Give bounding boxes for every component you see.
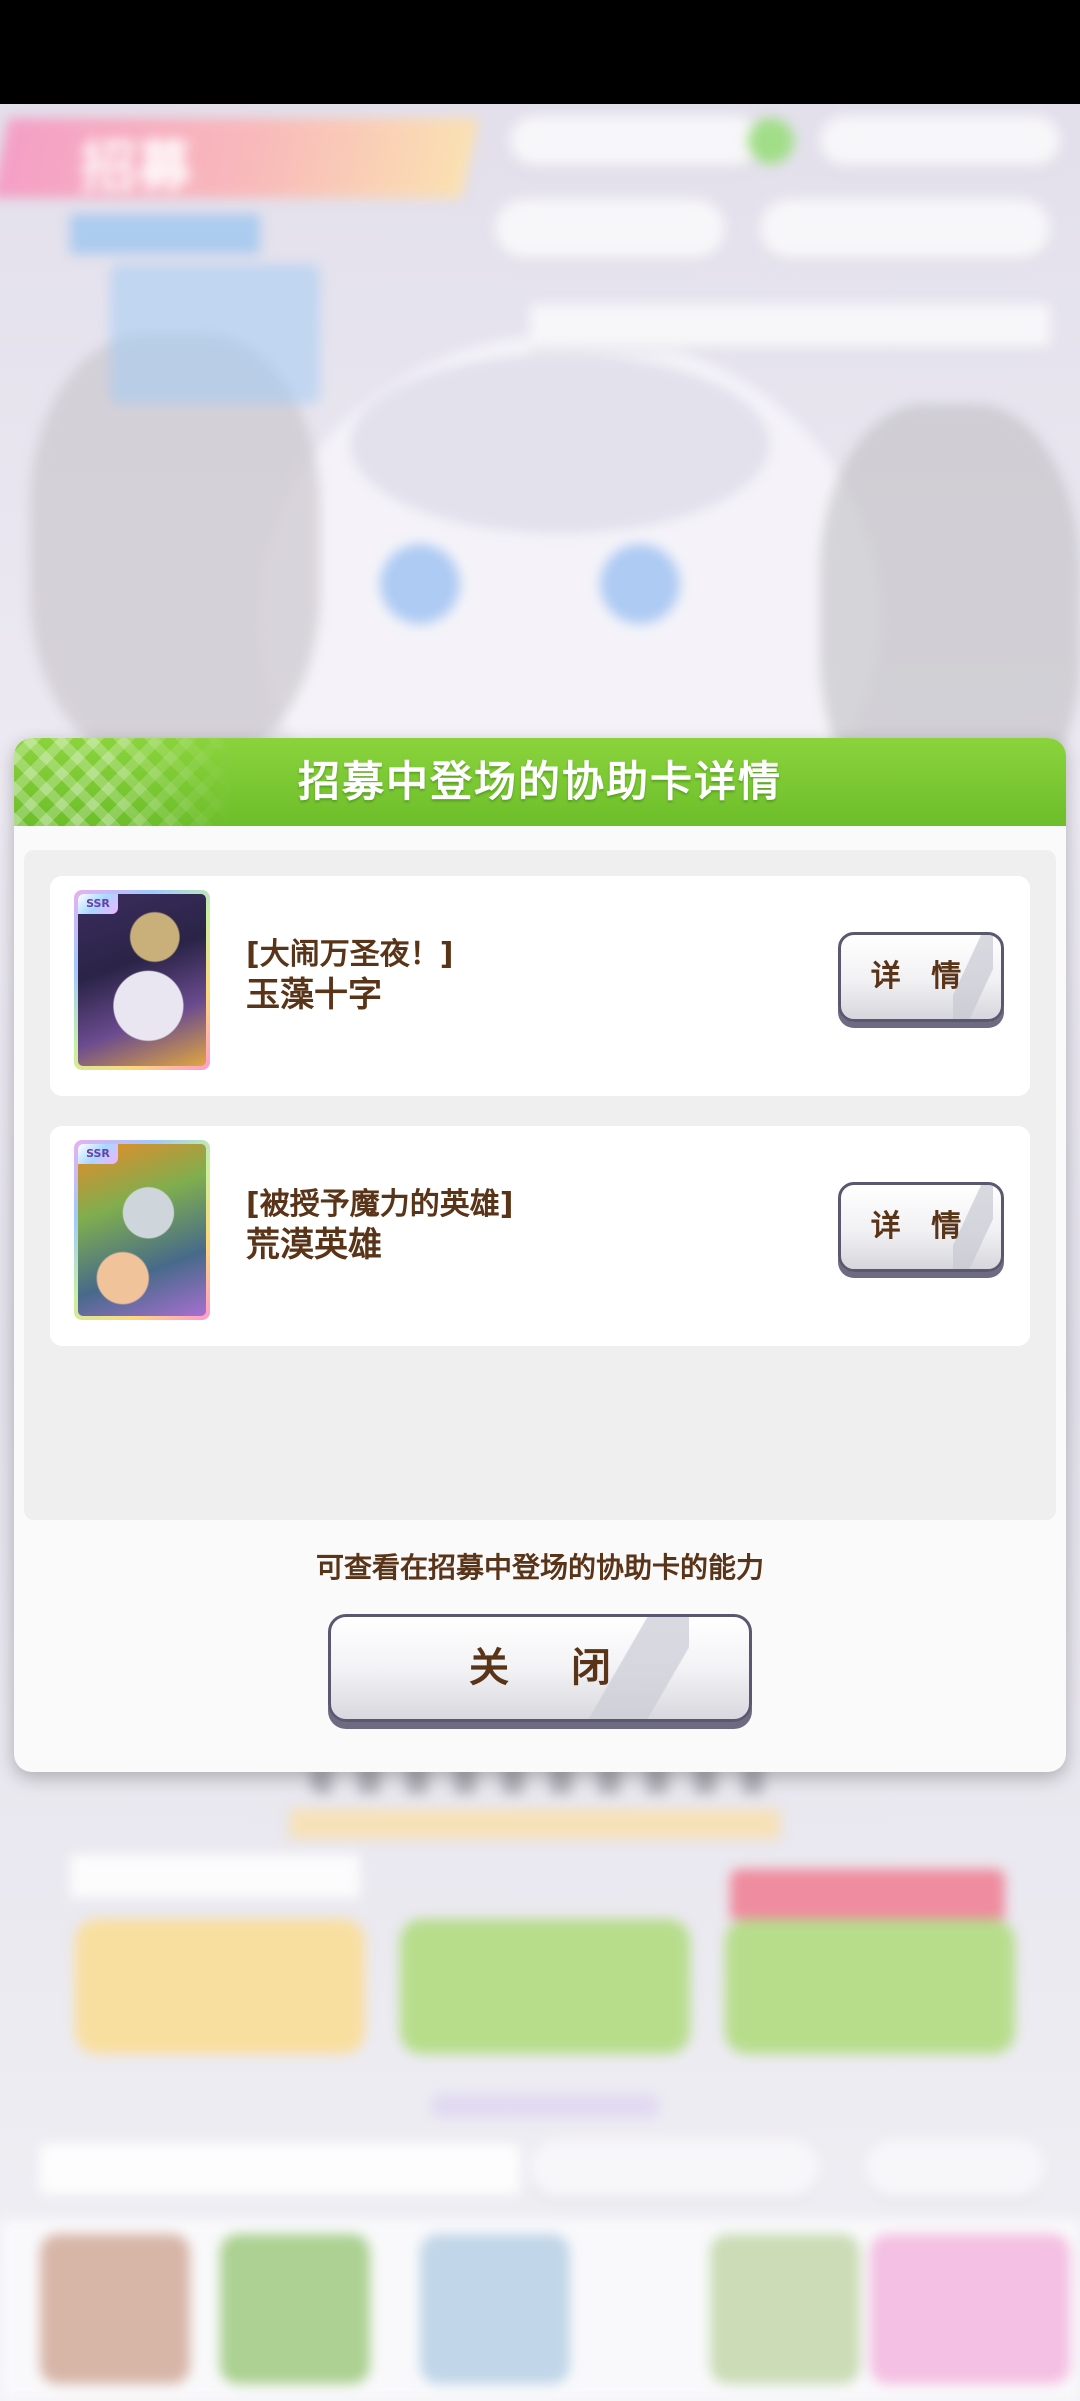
details-button-label: 详 情 xyxy=(870,959,972,994)
card-art: SSR xyxy=(78,1144,206,1316)
list-item: SSR [大闹万圣夜！] 玉藻十字 详 情 xyxy=(50,876,1030,1096)
card-art: SSR xyxy=(78,894,206,1066)
close-button[interactable]: 关 闭 xyxy=(328,1614,752,1722)
support-card-thumbnail: SSR xyxy=(74,1140,210,1320)
support-card-list: SSR [大闹万圣夜！] 玉藻十字 详 情 SSR [被授予魔力的英雄] 荒漠英… xyxy=(24,850,1056,1520)
dialog-header: 招募中登场的协助卡详情 xyxy=(14,738,1066,826)
card-name: 玉藻十字 xyxy=(246,975,382,1015)
card-text: [大闹万圣夜！] 玉藻十字 xyxy=(246,936,453,1016)
details-button-label: 详 情 xyxy=(870,1209,972,1244)
status-bar xyxy=(0,0,1080,104)
details-button[interactable]: 详 情 xyxy=(838,932,1004,1022)
close-button-label: 关 闭 xyxy=(469,1645,635,1691)
card-text: [被授予魔力的英雄] 荒漠英雄 xyxy=(246,1186,513,1266)
rarity-badge: SSR xyxy=(78,894,118,914)
details-button[interactable]: 详 情 xyxy=(838,1182,1004,1272)
card-epithet: [被授予魔力的英雄] xyxy=(246,1187,514,1222)
support-card-thumbnail: SSR xyxy=(74,890,210,1070)
card-name: 荒漠英雄 xyxy=(246,1225,382,1265)
dialog-title: 招募中登场的协助卡详情 xyxy=(297,757,782,806)
dialog-description: 可查看在招募中登场的协助卡的能力 xyxy=(315,1551,764,1584)
rarity-badge: SSR xyxy=(78,1144,118,1164)
list-item: SSR [被授予魔力的英雄] 荒漠英雄 详 情 xyxy=(50,1126,1030,1346)
card-epithet: [大闹万圣夜！] xyxy=(246,937,454,972)
support-card-details-dialog: 招募中登场的协助卡详情 SSR [大闹万圣夜！] 玉藻十字 详 情 SSR [被… xyxy=(14,738,1066,1772)
